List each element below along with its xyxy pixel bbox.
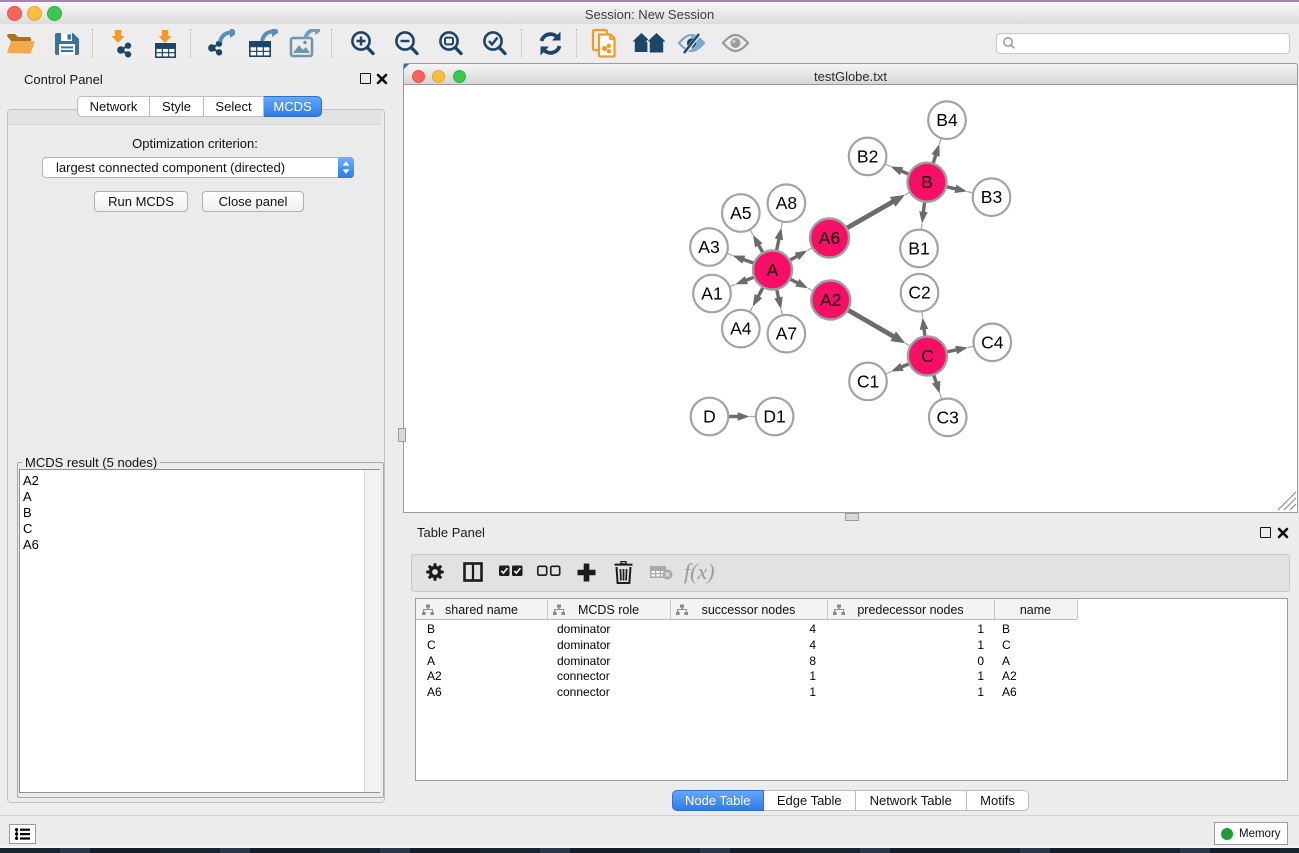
svg-text:A3: A3: [698, 237, 719, 257]
svg-text:D: D: [703, 407, 716, 427]
svg-text:C4: C4: [981, 332, 1004, 352]
svg-text:A7: A7: [776, 324, 797, 344]
svg-text:C3: C3: [937, 407, 959, 427]
svg-text:C1: C1: [857, 371, 879, 391]
svg-text:A6: A6: [819, 228, 840, 248]
svg-text:A5: A5: [730, 203, 751, 223]
svg-text:C: C: [921, 346, 934, 366]
svg-text:C2: C2: [908, 283, 930, 303]
svg-text:B3: B3: [981, 187, 1002, 207]
svg-text:A8: A8: [776, 193, 797, 213]
svg-text:A4: A4: [730, 319, 752, 339]
svg-text:A1: A1: [701, 284, 722, 304]
svg-text:B: B: [921, 172, 933, 192]
svg-text:B1: B1: [908, 238, 929, 258]
svg-text:B4: B4: [936, 110, 958, 130]
svg-text:A: A: [767, 260, 779, 280]
svg-text:B2: B2: [857, 146, 878, 166]
svg-text:D1: D1: [763, 407, 785, 427]
svg-text:A2: A2: [820, 290, 841, 310]
